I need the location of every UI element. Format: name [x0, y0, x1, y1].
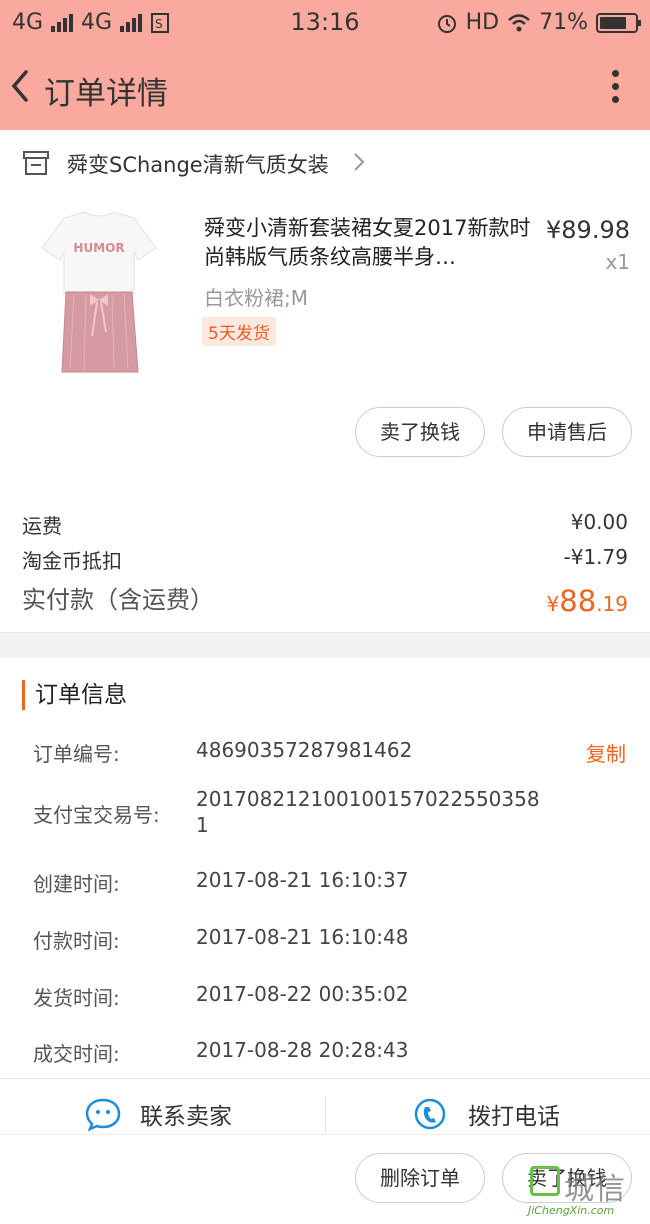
delete-order-button[interactable]: 删除订单: [355, 1153, 485, 1203]
shop-icon: [23, 151, 49, 175]
shipped-time-label: 发货时间:: [33, 986, 120, 1010]
back-arrow-icon[interactable]: [6, 66, 36, 106]
alipay-trade-label: 支付宝交易号:: [33, 803, 160, 827]
shipping-fee-label: 运费: [22, 514, 62, 538]
header-bar: 4G 4G S 13:16 HD 71% 订单详情: [0, 0, 650, 130]
alipay-trade-value: 2017082121001001570225503581: [196, 787, 540, 837]
order-number-value: 48690357287981462: [196, 738, 413, 762]
phone-icon: [414, 1098, 446, 1130]
copy-button[interactable]: 复制: [586, 738, 626, 767]
product-sku: 白衣粉裙;M: [204, 286, 308, 310]
nav-header: 订单详情: [0, 52, 650, 124]
watermark-url: JiChengXin.com: [528, 1204, 615, 1217]
watermark-logo-icon: [530, 1166, 560, 1196]
total-paid-row: 实付款（含运费） ¥88.19: [22, 580, 628, 618]
page-title: 订单详情: [44, 76, 168, 112]
shipping-fee-value: ¥0.00: [570, 510, 628, 534]
wifi-icon: [508, 13, 530, 31]
shop-name: 舜变SChange清新气质女装: [67, 153, 329, 177]
section-divider: [0, 632, 650, 658]
contact-seller-label: 联系卖家: [140, 1104, 232, 1130]
product-price: ¥89.98: [546, 216, 630, 244]
more-menu-icon[interactable]: [610, 70, 620, 106]
completed-time-value: 2017-08-28 20:28:43: [196, 1038, 409, 1062]
hd-indicator: HD: [465, 10, 500, 35]
divider: [0, 1078, 650, 1079]
total-paid-label: 实付款（含运费）: [22, 586, 214, 614]
battery-percent: 71%: [539, 10, 588, 35]
product-title[interactable]: 舜变小清新套装裙女夏2017新款时尚韩版气质条纹高腰半身…: [204, 214, 534, 272]
coin-deduction-value: -¥1.79: [563, 545, 628, 569]
call-phone-label: 拨打电话: [468, 1104, 560, 1130]
order-number-label: 订单编号:: [33, 742, 120, 766]
divider: [325, 1096, 326, 1134]
watermark-text: 城信: [564, 1172, 626, 1207]
battery-icon: [596, 12, 641, 33]
shipped-time-value: 2017-08-22 00:35:02: [196, 982, 409, 1006]
watermark: 城信 JiChengXin.com: [528, 1164, 646, 1222]
chat-icon: [85, 1098, 121, 1131]
completed-time-label: 成交时间:: [33, 1042, 120, 1066]
created-time-label: 创建时间:: [33, 872, 120, 896]
shipping-fee-row: 运费 ¥0.00: [22, 510, 628, 539]
status-bar: 4G 4G S 13:16 HD 71%: [0, 0, 650, 44]
paid-time-label: 付款时间:: [33, 929, 120, 953]
chevron-right-icon: [354, 153, 365, 171]
coin-deduction-row: 淘金币抵扣 -¥1.79: [22, 545, 628, 574]
product-image[interactable]: HUMOR: [34, 208, 164, 380]
shipping-badge: 5天发货: [202, 317, 276, 346]
coin-deduction-label: 淘金币抵扣: [22, 549, 122, 573]
shop-row[interactable]: 舜变SChange清新气质女装: [0, 130, 650, 194]
sell-for-cash-button[interactable]: 卖了换钱: [355, 407, 485, 457]
order-info-title: 订单信息: [22, 680, 127, 710]
product-image-print: HUMOR: [73, 241, 124, 255]
after-sales-button[interactable]: 申请售后: [502, 407, 632, 457]
total-dec: .19: [596, 592, 628, 616]
total-int: 88: [559, 584, 597, 618]
product-quantity: x1: [605, 250, 630, 274]
alarm-icon: [437, 14, 456, 33]
call-phone-button[interactable]: 拨打电话: [412, 1094, 560, 1134]
total-paid-value: ¥88.19: [547, 584, 628, 618]
total-currency: ¥: [546, 592, 560, 616]
paid-time-value: 2017-08-21 16:10:48: [196, 925, 409, 949]
contact-seller-button[interactable]: 联系卖家: [84, 1094, 232, 1134]
created-time-value: 2017-08-21 16:10:37: [196, 868, 409, 892]
